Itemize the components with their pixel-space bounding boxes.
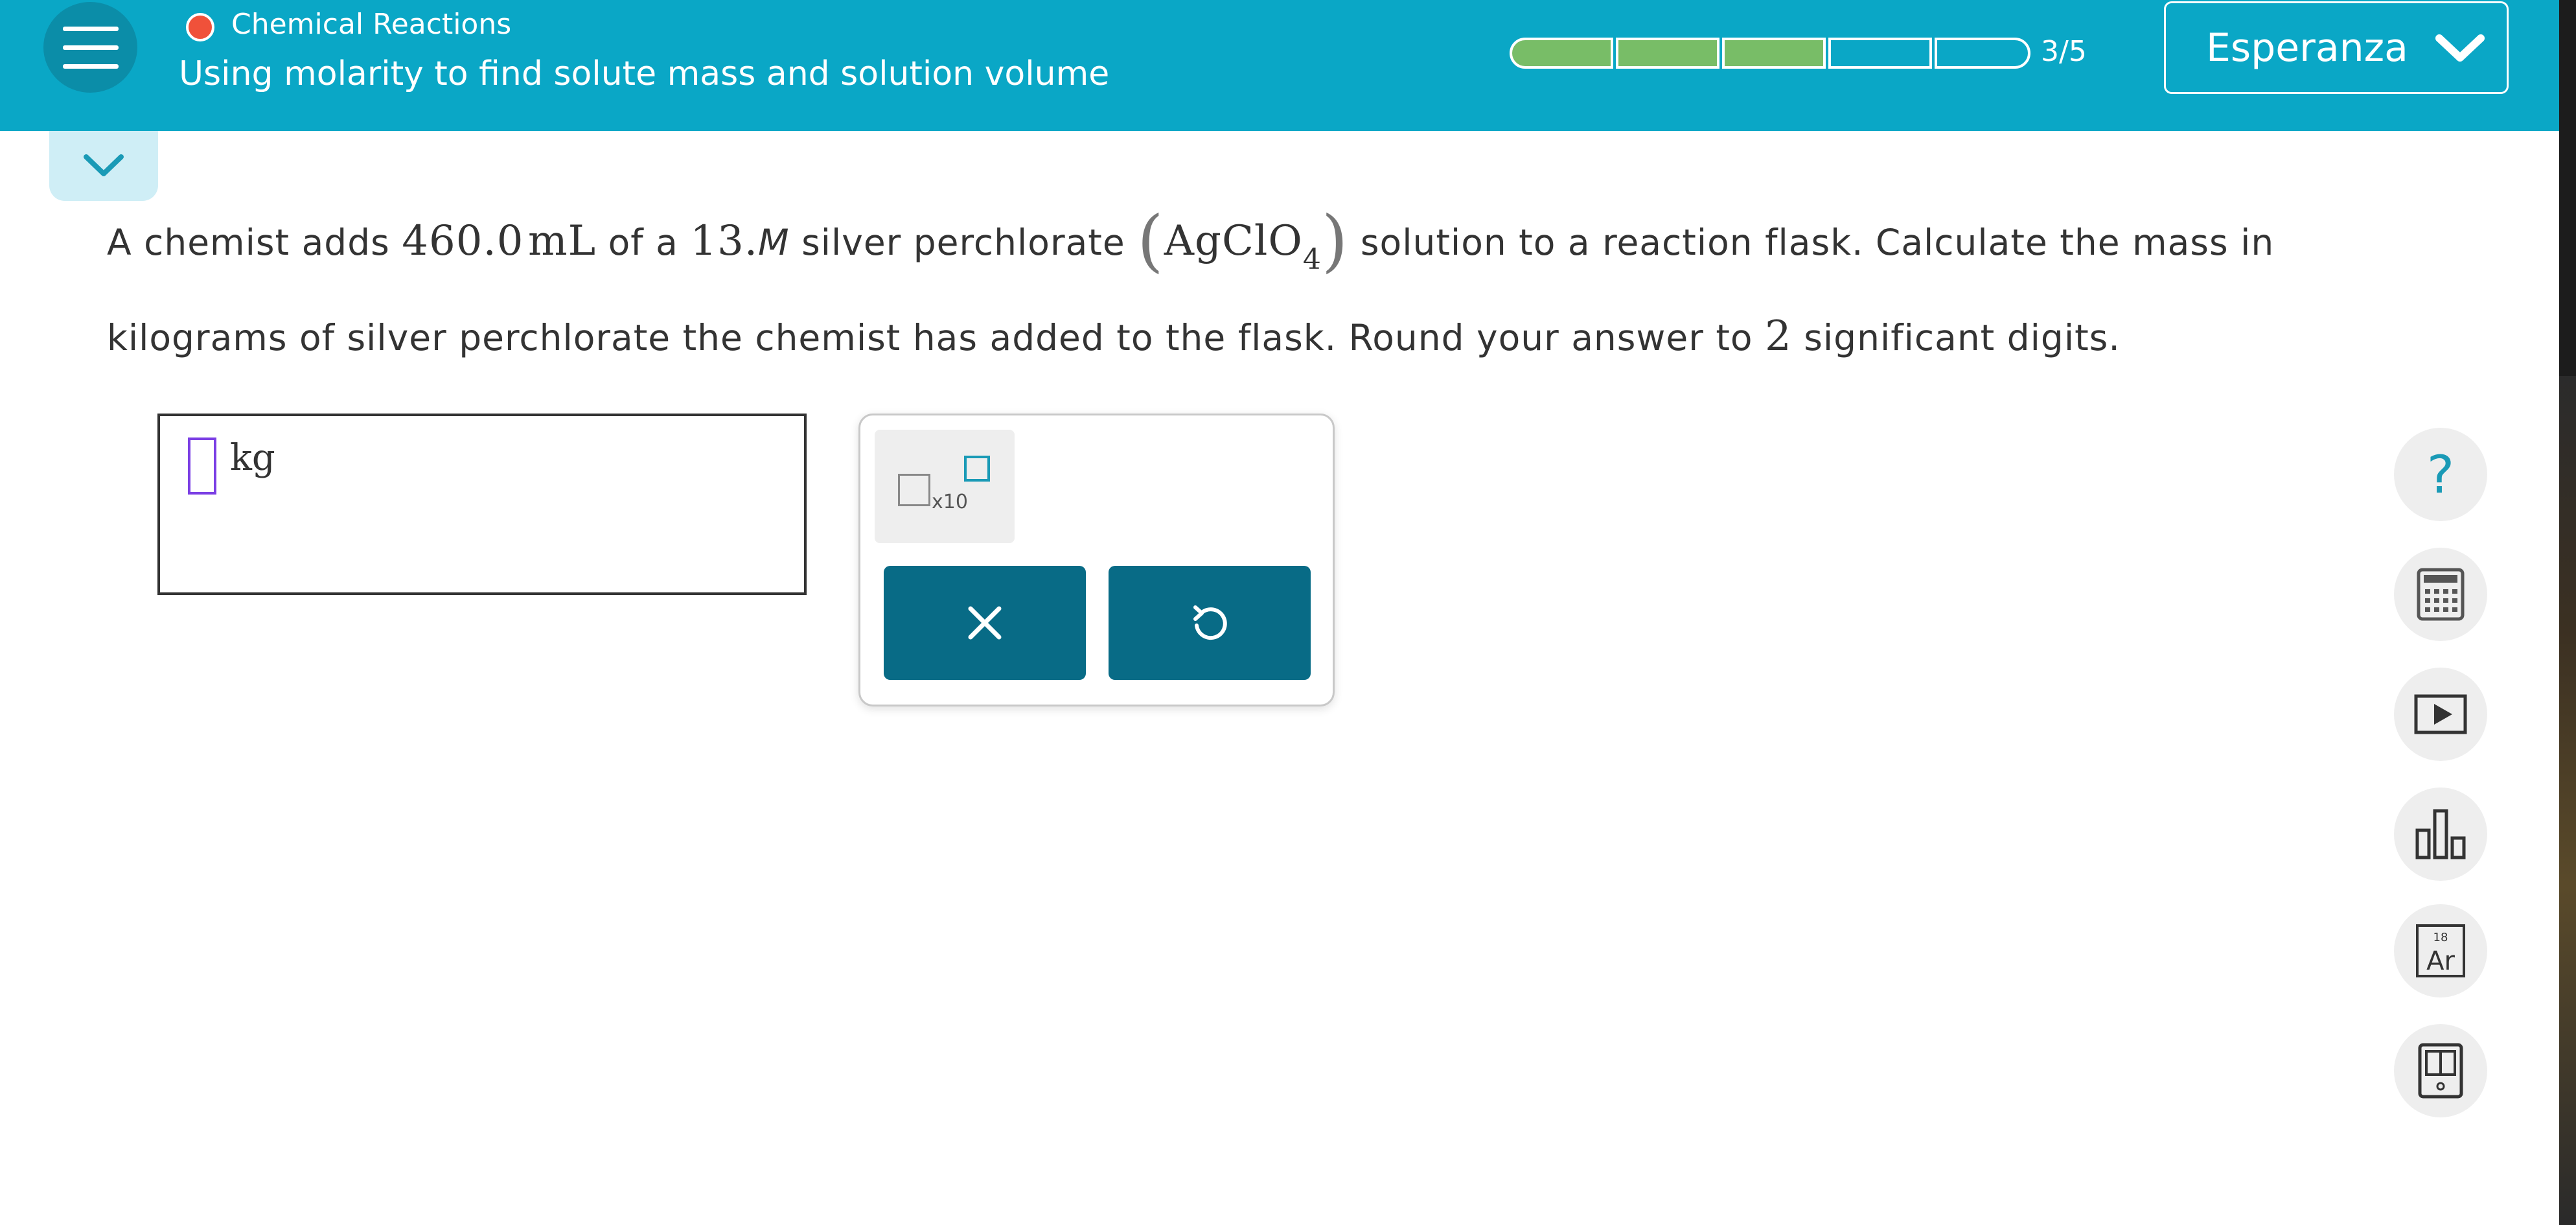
calculator-button[interactable] bbox=[2394, 548, 2487, 641]
textbook-button[interactable] bbox=[2394, 1024, 2487, 1117]
menu-icon-line bbox=[62, 64, 119, 69]
menu-button[interactable] bbox=[43, 2, 137, 93]
help-icon: ? bbox=[2426, 444, 2455, 505]
periodic-symbol: Ar bbox=[2426, 946, 2455, 976]
close-icon bbox=[968, 606, 1002, 640]
concentration-value: 13. bbox=[690, 217, 759, 265]
progress-segment bbox=[1616, 38, 1719, 69]
menu-icon-line bbox=[62, 45, 119, 50]
help-button[interactable]: ? bbox=[2394, 428, 2487, 521]
topic-status-dot bbox=[186, 13, 214, 41]
calculator-icon bbox=[2417, 568, 2465, 621]
periodic-table-icon: 18 Ar bbox=[2416, 924, 2465, 977]
question-text-part: silver perchlorate bbox=[789, 222, 1138, 263]
paren-close: ) bbox=[1321, 201, 1349, 280]
question-text-part: solution to a reaction flask. Calculate … bbox=[1348, 222, 2275, 263]
paren-open: ( bbox=[1137, 201, 1164, 280]
window-edge bbox=[2559, 0, 2576, 1225]
answer-input-area[interactable]: kg bbox=[157, 414, 807, 595]
progress-bar bbox=[1510, 38, 2030, 69]
periodic-number: 18 bbox=[2433, 931, 2448, 944]
user-menu-button[interactable]: Esperanza bbox=[2164, 1, 2509, 94]
chevron-down-icon bbox=[84, 154, 124, 176]
question-line: kilograms of silver perchlorate the chem… bbox=[107, 298, 2375, 376]
scientific-notation-button[interactable]: x10 bbox=[875, 430, 1015, 543]
undo-icon bbox=[1193, 605, 1227, 640]
textbook-icon bbox=[2418, 1043, 2463, 1099]
video-button[interactable] bbox=[2394, 668, 2487, 761]
question-text: A chemist adds 460.0 mL of a 13.M silver… bbox=[107, 202, 2375, 376]
sig-digits-value: 2 bbox=[1765, 312, 1792, 360]
expand-panel-button[interactable] bbox=[49, 131, 158, 201]
mantissa-box-icon bbox=[898, 474, 930, 506]
top-header: Chemical Reactions Using molarity to fin… bbox=[0, 0, 2559, 131]
question-line: A chemist adds 460.0 mL of a 13.M silver… bbox=[107, 202, 2375, 298]
answer-unit: kg bbox=[230, 437, 275, 479]
question-text-part: A chemist adds bbox=[107, 222, 402, 263]
progress-segment bbox=[1935, 38, 2030, 69]
exponent-box-icon bbox=[964, 456, 990, 482]
page: Chemical Reactions Using molarity to fin… bbox=[0, 0, 2576, 1225]
x10-label: x10 bbox=[932, 491, 968, 513]
answer-input-slot[interactable] bbox=[188, 438, 216, 495]
chevron-down-icon bbox=[2435, 34, 2485, 62]
video-icon bbox=[2414, 694, 2467, 734]
lesson-title: Using molarity to find solute mass and s… bbox=[179, 54, 1110, 93]
volume-unit: mL bbox=[527, 217, 597, 265]
formula-subscript: 4 bbox=[1302, 243, 1322, 276]
menu-icon-line bbox=[62, 26, 119, 31]
data-chart-icon bbox=[2415, 809, 2466, 859]
clear-button[interactable] bbox=[884, 566, 1086, 680]
math-keypad: x10 bbox=[858, 414, 1335, 706]
chemical-formula: AgClO bbox=[1164, 217, 1303, 265]
undo-button[interactable] bbox=[1109, 566, 1311, 680]
progress-segment bbox=[1510, 38, 1613, 69]
periodic-table-button[interactable]: 18 Ar bbox=[2394, 904, 2487, 998]
background-wallpaper bbox=[2559, 376, 2576, 1225]
progress-segment bbox=[1722, 38, 1826, 69]
question-text-part: kilograms of silver perchlorate the chem… bbox=[107, 317, 1765, 358]
progress-count: 3/5 bbox=[2041, 35, 2087, 68]
question-text-part: of a bbox=[596, 222, 691, 263]
question-text-part: significant digits. bbox=[1791, 317, 2121, 358]
user-name: Esperanza bbox=[2206, 25, 2408, 71]
data-button[interactable] bbox=[2394, 788, 2487, 881]
topic-label: Chemical Reactions bbox=[231, 8, 512, 41]
progress-segment bbox=[1828, 38, 1932, 69]
concentration-unit: M bbox=[758, 222, 790, 263]
volume-value: 460.0 bbox=[402, 217, 524, 265]
